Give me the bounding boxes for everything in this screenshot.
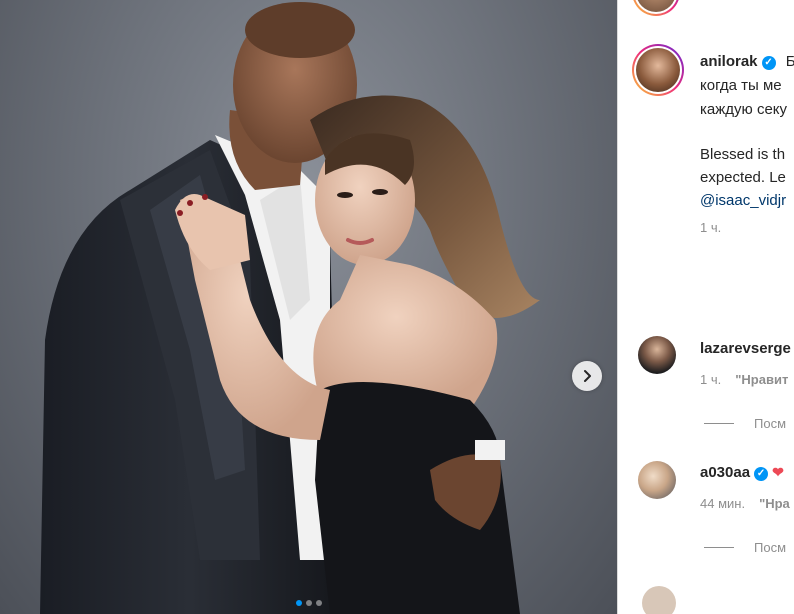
commenter-avatar[interactable]	[642, 586, 676, 614]
carousel-indicator	[0, 600, 617, 606]
replies-divider	[704, 423, 734, 424]
caption-line: каждую секу	[700, 101, 788, 118]
verified-badge-icon: ✓	[754, 467, 769, 481]
header-avatar[interactable]	[632, 0, 680, 16]
view-replies-button[interactable]: Посм	[704, 540, 786, 555]
comment-like-button[interactable]: "Нра	[759, 496, 790, 511]
post-photo[interactable]	[0, 0, 617, 614]
view-replies-button[interactable]: Посм	[704, 416, 786, 431]
caption-line: expected. Le	[700, 169, 786, 186]
comment-meta: 44 мин. "Нра	[700, 496, 790, 511]
view-replies-label: Посм	[754, 416, 787, 431]
view-replies-label: Посм	[754, 540, 787, 555]
comment-username[interactable]: a030aa ✓ ❤	[700, 464, 784, 481]
verified-badge-icon: ✓	[761, 56, 776, 70]
comment-time[interactable]: 44 мин.	[700, 496, 745, 511]
post-side-panel: anilorak✓ Б когда ты ме каждую секу Bles…	[617, 0, 794, 614]
comment-username[interactable]: lazarevserge	[700, 340, 791, 357]
caption-line: когда ты ме	[700, 77, 782, 94]
author-username[interactable]: anilorak✓ Б	[700, 53, 794, 70]
author-avatar[interactable]	[632, 44, 684, 96]
post-timestamp[interactable]: 1 ч.	[700, 220, 721, 235]
comment-meta: 1 ч. "Нравит	[700, 372, 788, 387]
caption-mention-link[interactable]: @isaac_vidjr	[700, 192, 786, 209]
couple-photo-illustration	[40, 2, 540, 614]
next-photo-button[interactable]	[572, 361, 602, 391]
caption-first-word: Б	[786, 53, 794, 70]
carousel-dot	[305, 600, 312, 606]
chevron-right-icon	[584, 370, 591, 382]
red-heart-icon: ❤	[772, 464, 784, 480]
comment-time[interactable]: 1 ч.	[700, 372, 721, 387]
commenter-avatar[interactable]	[638, 461, 676, 499]
carousel-dot	[315, 600, 322, 606]
caption-line: Blessed is th	[700, 146, 786, 163]
carousel-dot	[295, 600, 302, 606]
comment-like-button[interactable]: "Нравит	[735, 372, 788, 387]
commenter-avatar[interactable]	[638, 336, 676, 374]
replies-divider	[704, 547, 734, 548]
